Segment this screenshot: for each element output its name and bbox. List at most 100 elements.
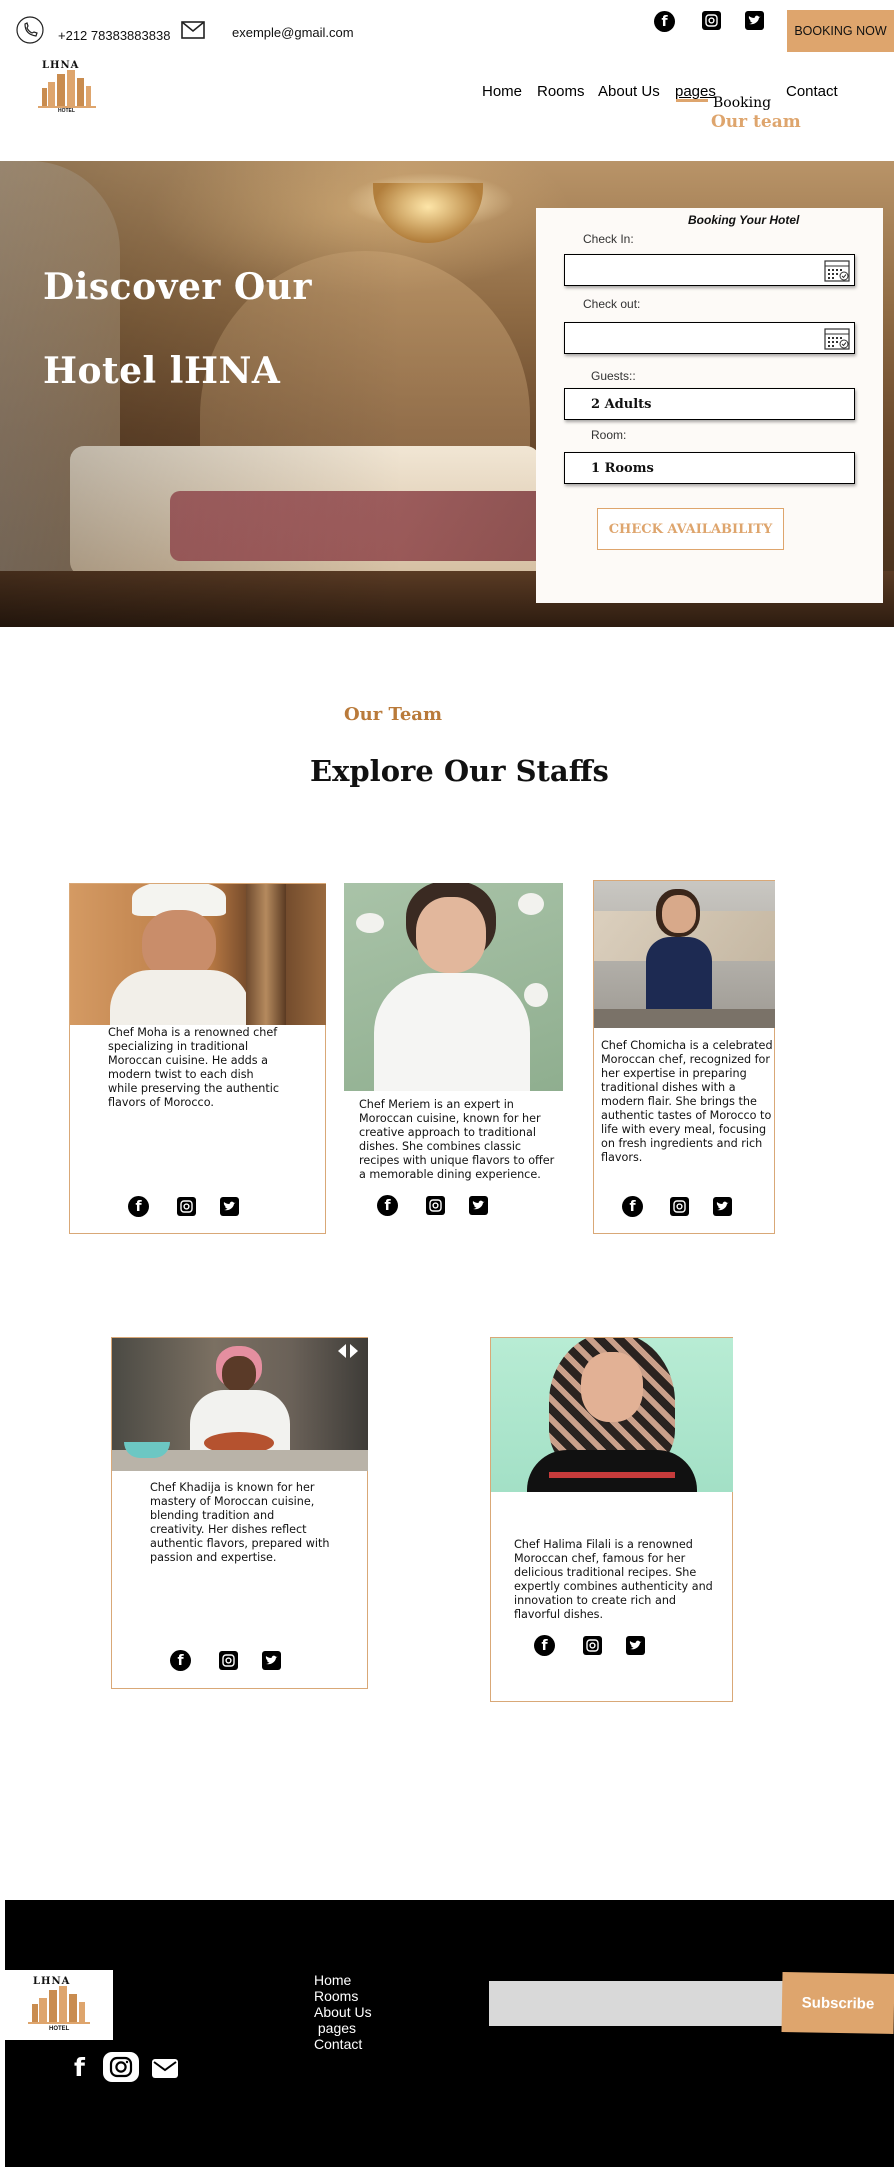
- mail-icon: [181, 21, 205, 39]
- hero-heading-line1: Discover Our: [43, 266, 312, 308]
- card-description: Chef Halima Filali is a renowned Morocca…: [514, 1538, 713, 1621]
- dropdown-our-team[interactable]: Our team: [711, 112, 801, 132]
- chef-photo: [594, 881, 775, 1028]
- instagram-icon[interactable]: [583, 1636, 602, 1655]
- instagram-icon[interactable]: [103, 2052, 139, 2082]
- footer-nav: Home Rooms About Us pages Contact: [314, 1972, 434, 2052]
- counter: [594, 1009, 775, 1028]
- calendar-icon[interactable]: [824, 326, 850, 350]
- check-out-input[interactable]: [564, 322, 855, 354]
- nav-rooms[interactable]: Rooms: [537, 83, 585, 100]
- card-description: Chef Moha is a renowned chef specializin…: [108, 1026, 279, 1109]
- phone-icon: [16, 16, 44, 44]
- check-availability-button[interactable]: CHECK AVAILABILITY: [597, 508, 784, 550]
- facebook-icon[interactable]: f: [377, 1195, 398, 1216]
- twitter-icon[interactable]: [713, 1197, 732, 1216]
- facebook-icon[interactable]: f: [654, 11, 675, 32]
- team-heading: Explore Our Staffs: [310, 754, 609, 788]
- plate-deco: [518, 893, 544, 915]
- twitter-icon[interactable]: [262, 1651, 281, 1670]
- guests-value: 2 Adults: [591, 397, 652, 412]
- chef-photo: [112, 1338, 368, 1471]
- nav-about-us[interactable]: About Us: [598, 83, 660, 100]
- footer-logo-subtitle: HOTEL: [49, 2026, 70, 2032]
- chef-jacket: [110, 970, 250, 1025]
- carrefour-logo-icon: [336, 1342, 360, 1360]
- chef-face: [222, 1356, 256, 1392]
- booking-now-label: BOOKING NOW: [794, 24, 887, 38]
- footer-link-home[interactable]: Home: [314, 1972, 434, 1988]
- newsletter-email-input[interactable]: [489, 1981, 789, 2026]
- nav-home[interactable]: Home: [482, 83, 522, 100]
- footer-logo-title: LHNA: [33, 1976, 71, 1987]
- room-value: 1 Rooms: [591, 461, 654, 476]
- room-label: Room:: [591, 428, 627, 442]
- guests-select[interactable]: 2 Adults: [564, 388, 855, 420]
- twitter-icon[interactable]: [626, 1636, 645, 1655]
- facebook-icon[interactable]: f: [74, 2055, 94, 2081]
- nav-contact[interactable]: Contact: [786, 83, 838, 100]
- tree-trunk: [246, 884, 286, 1025]
- team-card: Chef Meriem is an expert in Moroccan cui…: [344, 883, 564, 1234]
- booking-form-title: Booking Your Hotel: [688, 213, 800, 227]
- team-card: Chef Khadija is known for her mastery of…: [111, 1337, 368, 1689]
- team-card: Chef Chomicha is a celebrated Moroccan c…: [593, 880, 775, 1234]
- instagram-icon[interactable]: [670, 1197, 689, 1216]
- instagram-icon[interactable]: [177, 1197, 196, 1216]
- plate-deco: [524, 983, 548, 1007]
- chef-photo: [70, 884, 326, 1025]
- check-in-input[interactable]: [564, 254, 855, 286]
- facebook-icon[interactable]: f: [170, 1650, 191, 1671]
- booking-form: Booking Your Hotel Check In: Check out: …: [536, 208, 883, 603]
- check-out-label: Check out:: [583, 297, 641, 311]
- instagram-icon[interactable]: [702, 11, 721, 30]
- room-select[interactable]: 1 Rooms: [564, 452, 855, 484]
- footer: LHNA HOTEL Home Rooms About Us pages Con…: [5, 1900, 894, 2167]
- facebook-icon[interactable]: f: [534, 1635, 555, 1656]
- instagram-icon[interactable]: [426, 1196, 445, 1215]
- team-card: Chef Moha is a renowned chef specializin…: [69, 883, 326, 1234]
- footer-link-pages[interactable]: pages: [314, 2020, 434, 2036]
- card-description: Chef Khadija is known for her mastery of…: [150, 1481, 330, 1564]
- team-eyebrow: Our Team: [344, 704, 443, 725]
- email-address[interactable]: exemple@gmail.com: [232, 25, 354, 40]
- chef-photo: [344, 883, 563, 1091]
- chef-face: [581, 1352, 643, 1422]
- facebook-icon[interactable]: f: [622, 1196, 643, 1217]
- footer-link-about-us[interactable]: About Us: [314, 2004, 434, 2020]
- mail-icon[interactable]: [152, 2059, 178, 2078]
- facebook-icon[interactable]: f: [128, 1196, 149, 1217]
- footer-link-rooms[interactable]: Rooms: [314, 1988, 434, 2004]
- phone-number[interactable]: +212 78383883838: [58, 28, 170, 43]
- hotel-logo[interactable]: LHNA HOTEL: [34, 60, 100, 116]
- logo-subtitle: HOTEL: [58, 108, 75, 114]
- dropdown-active-bar: [676, 99, 708, 102]
- chef-jacket: [527, 1450, 697, 1492]
- dropdown-booking[interactable]: Booking: [713, 95, 771, 111]
- calendar-icon[interactable]: [824, 258, 850, 282]
- check-in-label: Check In:: [583, 232, 634, 246]
- guests-label: Guests::: [591, 369, 636, 383]
- footer-link-contact[interactable]: Contact: [314, 2036, 434, 2052]
- team-card: Chef Halima Filali is a renowned Morocca…: [490, 1337, 733, 1702]
- twitter-icon[interactable]: [469, 1196, 488, 1215]
- footer-logo[interactable]: LHNA HOTEL: [5, 1970, 113, 2040]
- chef-photo: [491, 1338, 733, 1492]
- logo-title: LHNA: [42, 60, 80, 71]
- instagram-icon[interactable]: [219, 1651, 238, 1670]
- chef-face: [662, 895, 696, 933]
- twitter-icon[interactable]: [220, 1197, 239, 1216]
- check-availability-label: CHECK AVAILABILITY: [608, 521, 773, 537]
- subscribe-label: Subscribe: [801, 1993, 875, 2013]
- twitter-icon[interactable]: [745, 11, 764, 30]
- chef-face: [416, 897, 486, 973]
- chef-jacket: [374, 973, 530, 1091]
- nav-pages[interactable]: pages: [675, 83, 716, 100]
- booking-now-button[interactable]: BOOKING NOW: [787, 10, 894, 52]
- card-description: Chef Chomicha is a celebrated Moroccan c…: [601, 1039, 773, 1164]
- apron-strap: [549, 1472, 675, 1478]
- hero-heading-line2: Hotel lHNA: [43, 350, 281, 392]
- plate-deco: [356, 913, 384, 933]
- subscribe-button[interactable]: Subscribe: [781, 1972, 894, 2034]
- card-description: Chef Meriem is an expert in Moroccan cui…: [359, 1098, 555, 1181]
